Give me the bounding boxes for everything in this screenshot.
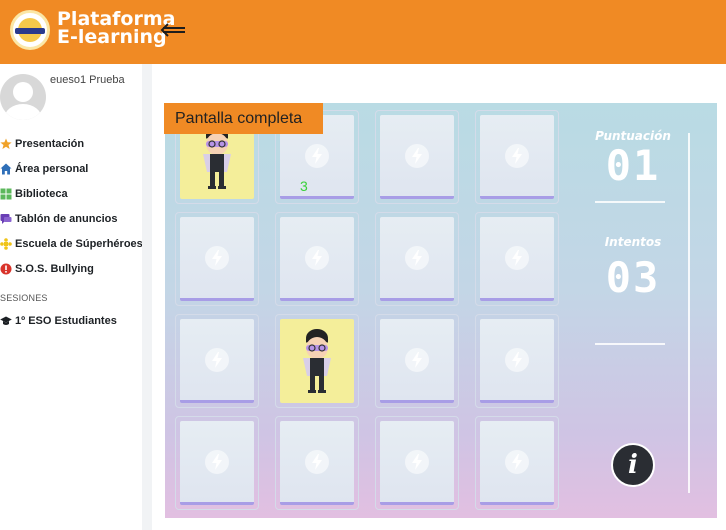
sidebar-item-label: Escuela de Súperhéroes [15, 238, 143, 250]
sessions-section-label: SESIONES [0, 293, 48, 303]
lightning-bolt-icon [405, 347, 429, 372]
card-face [480, 115, 554, 199]
memory-card[interactable] [475, 314, 559, 408]
card-face [280, 421, 354, 505]
card-face [180, 217, 254, 301]
card-face [380, 217, 454, 301]
memory-card[interactable] [375, 212, 459, 306]
card-face [280, 217, 354, 301]
card-face [380, 319, 454, 403]
sidebar-item-sos-bullying[interactable]: S.O.S. Bullying [0, 261, 94, 277]
lightning-bolt-icon [205, 449, 229, 474]
info-button[interactable]: i [611, 443, 655, 487]
chat-icon [0, 213, 12, 225]
sidebar-item-label: Área personal [15, 163, 89, 175]
attempts-divider [595, 343, 665, 345]
top-header: Plataforma E-learning [0, 0, 726, 64]
menu-arrow-icon[interactable] [159, 22, 187, 40]
sidebar: eueso1 Prueba Presentación Área personal… [0, 64, 143, 530]
card-face [480, 421, 554, 505]
sidebar-item-area-personal[interactable]: Área personal [0, 161, 88, 177]
memory-card[interactable] [475, 416, 559, 510]
graduation-cap-icon [0, 315, 12, 327]
card-face [280, 319, 354, 403]
username[interactable]: eueso1 Prueba [50, 74, 125, 86]
memory-card[interactable] [475, 212, 559, 306]
sidebar-divider [142, 64, 152, 530]
home-icon [0, 163, 12, 175]
card-face [480, 319, 554, 403]
lightning-bolt-icon [305, 449, 329, 474]
lightning-bolt-icon [305, 143, 329, 168]
card-face [380, 115, 454, 199]
lightning-bolt-icon [505, 245, 529, 270]
memory-card[interactable] [375, 416, 459, 510]
attempts-label: Intentos [604, 235, 662, 249]
lightning-bolt-icon [405, 449, 429, 474]
lightning-bolt-icon [405, 245, 429, 270]
star-icon [0, 138, 12, 150]
sidebar-item-label: S.O.S. Bullying [15, 263, 94, 275]
sidebar-item-biblioteca[interactable]: Biblioteca [0, 186, 68, 202]
puzzle-icon [0, 238, 12, 250]
memory-card[interactable] [475, 110, 559, 204]
card-face [380, 421, 454, 505]
sidebar-item-presentacion[interactable]: Presentación [0, 136, 84, 152]
card-face [480, 217, 554, 301]
sidebar-item-label: Biblioteca [15, 188, 68, 200]
platform-logo[interactable] [10, 10, 50, 50]
memory-card[interactable] [375, 314, 459, 408]
memory-card-revealed[interactable] [275, 314, 359, 408]
lightning-bolt-icon [205, 347, 229, 372]
score-divider [595, 201, 665, 203]
card-face [180, 421, 254, 505]
avatar[interactable] [0, 74, 46, 120]
memory-card[interactable] [175, 416, 259, 510]
superhero-icon [297, 326, 337, 396]
lightning-bolt-icon [205, 245, 229, 270]
score-value: 01 [605, 141, 661, 190]
card-face [180, 319, 254, 403]
lightning-bolt-icon [305, 245, 329, 270]
sidebar-item-escuela-de-superheroes[interactable]: Escuela de Súperhéroes [0, 236, 143, 252]
sidebar-item-1eso-estudiantes[interactable]: 1º ESO Estudiantes [0, 313, 117, 329]
brand-line2: E-learning [57, 26, 167, 48]
grid-icon [0, 188, 12, 200]
lightning-bolt-icon [505, 143, 529, 168]
memory-card[interactable] [275, 212, 359, 306]
sidebar-item-label: Tablón de anuncios [15, 213, 118, 225]
memory-card[interactable] [375, 110, 459, 204]
memory-card[interactable] [175, 314, 259, 408]
sidebar-item-tablon-de-anuncios[interactable]: Tablón de anuncios [0, 211, 117, 227]
alert-icon [0, 263, 12, 275]
lightning-bolt-icon [505, 449, 529, 474]
fullscreen-button[interactable]: Pantalla completa [164, 103, 323, 134]
lightning-bolt-icon [405, 143, 429, 168]
memory-card[interactable] [275, 416, 359, 510]
sidebar-item-label: 1º ESO Estudiantes [15, 315, 117, 327]
attempts-value: 03 [605, 253, 661, 302]
pair-indicator: 3 [300, 178, 308, 194]
brand-title[interactable]: Plataforma E-learning [57, 10, 175, 48]
memory-card[interactable] [175, 212, 259, 306]
lightning-bolt-icon [505, 347, 529, 372]
sidebar-item-label: Presentación [15, 138, 85, 150]
